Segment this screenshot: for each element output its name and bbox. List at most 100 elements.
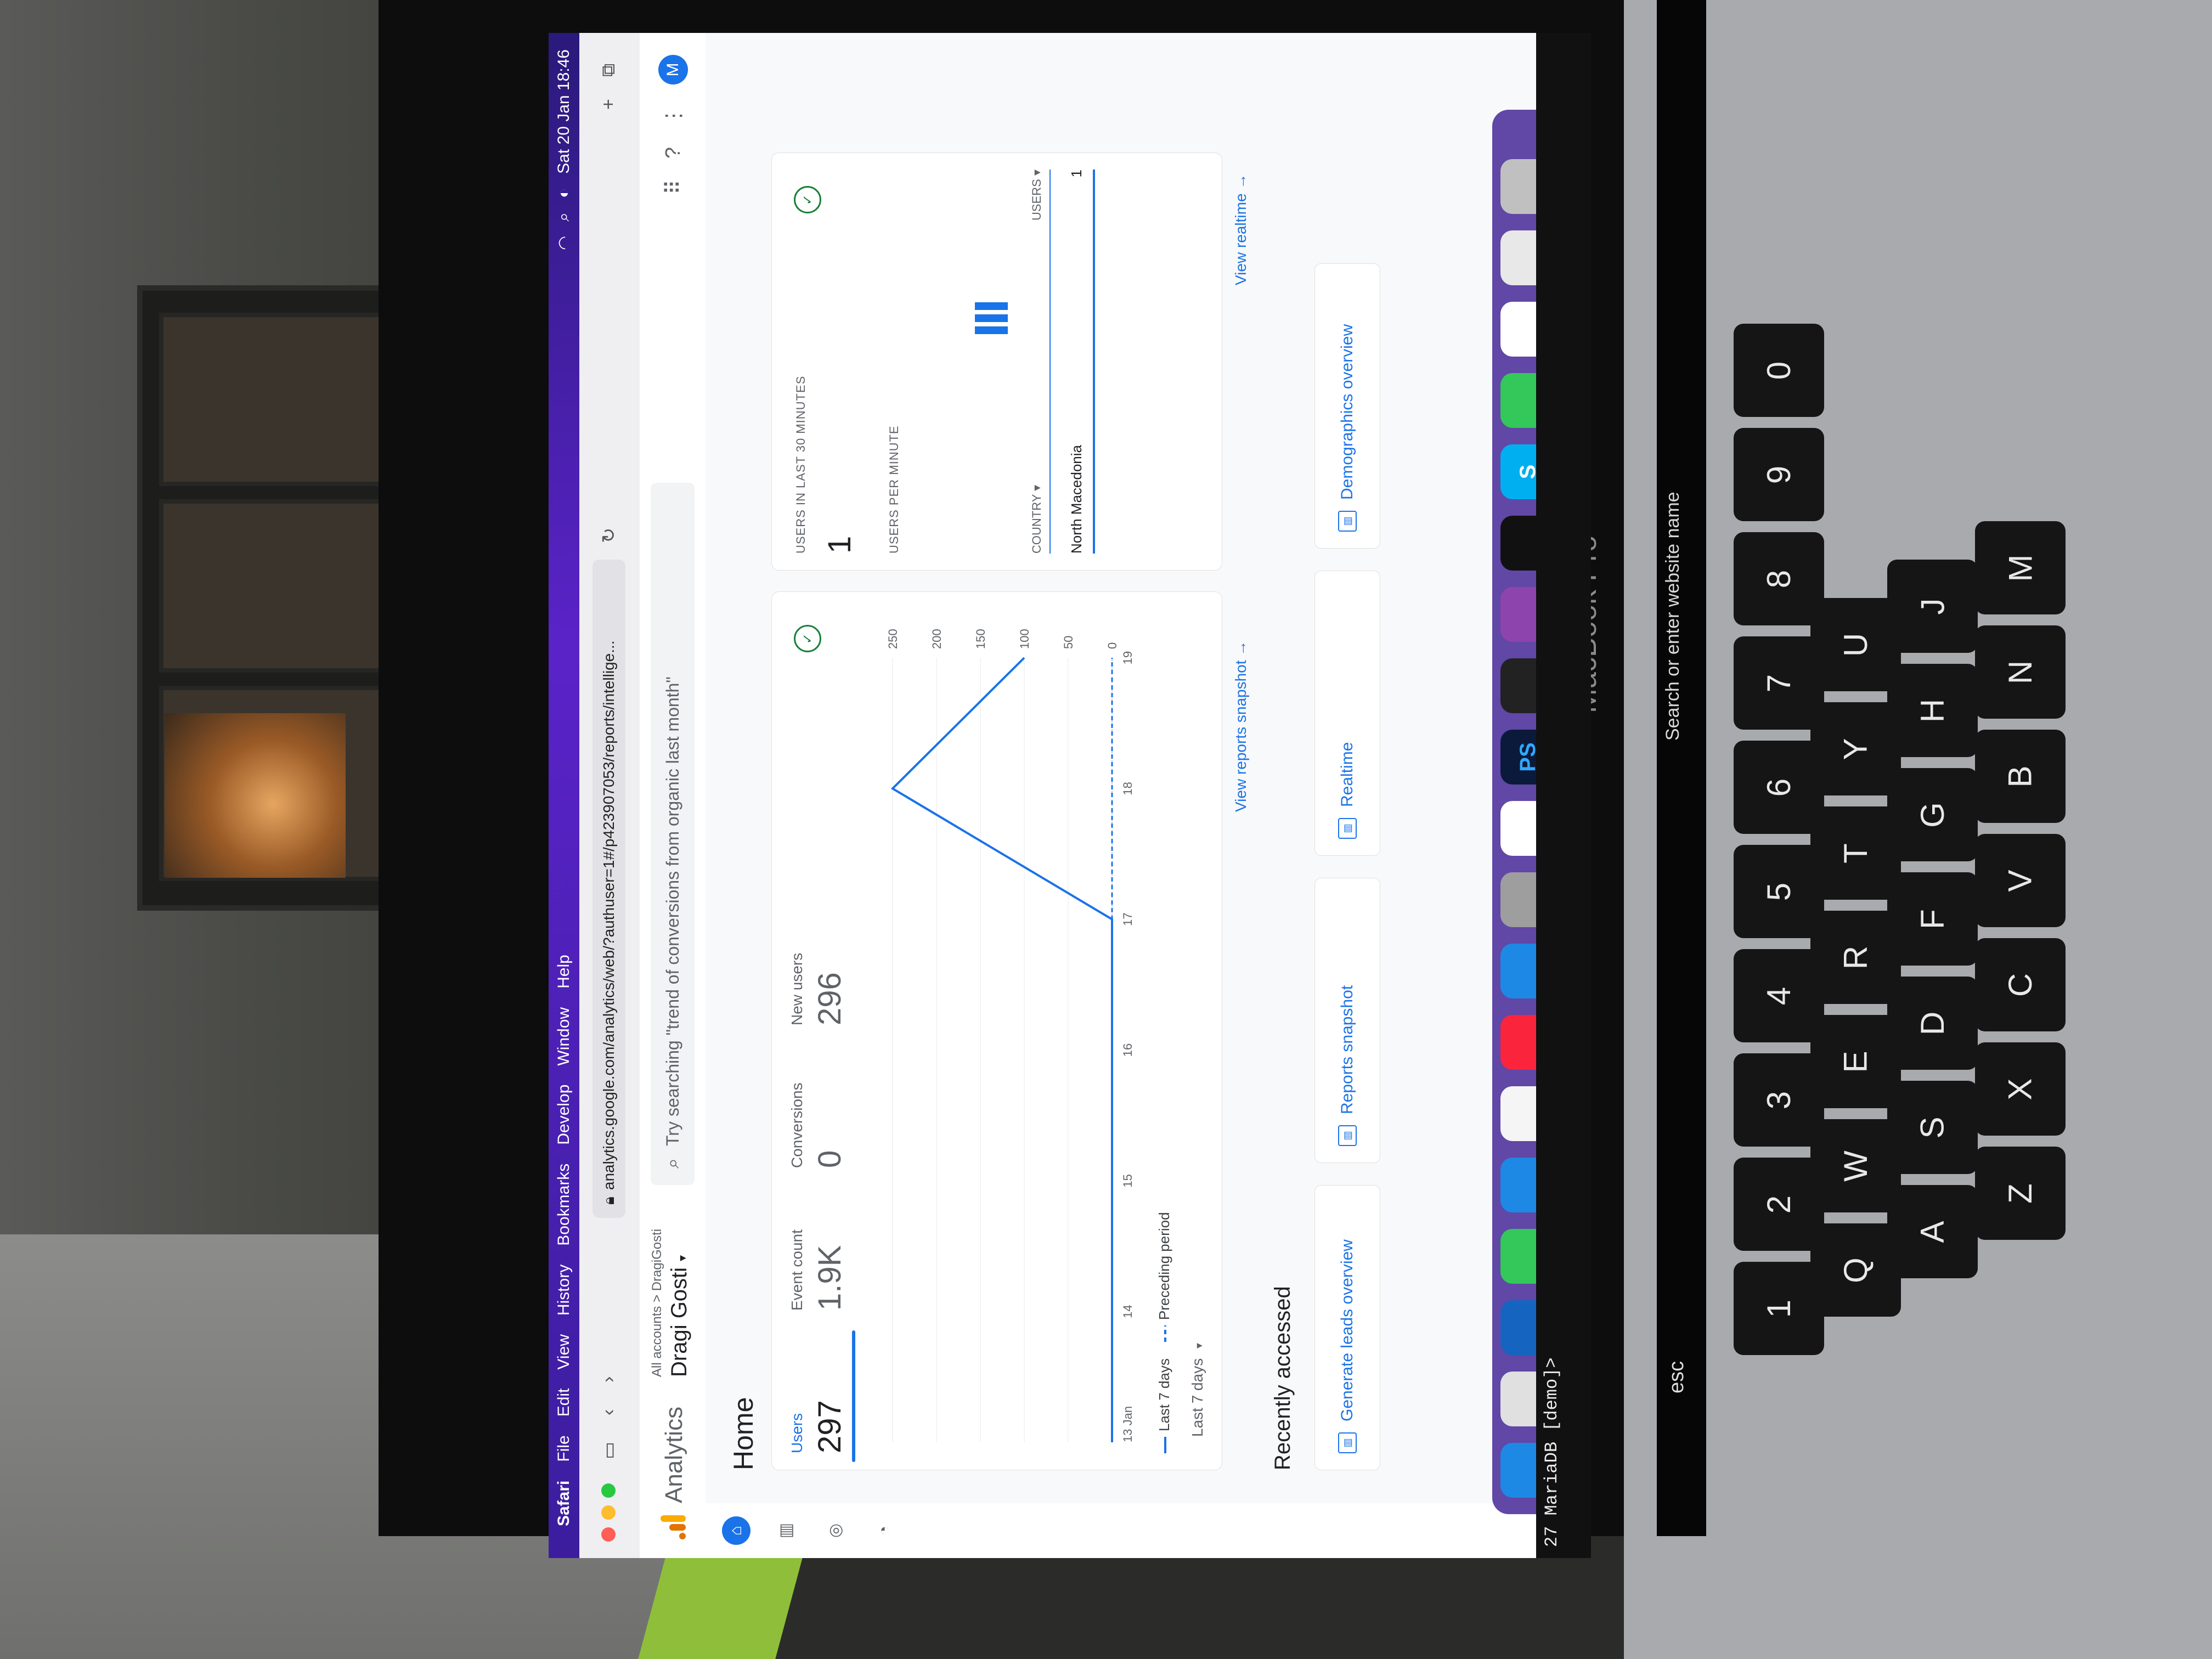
touch-bar[interactable] xyxy=(1657,0,1706,1536)
tabs-overview-icon[interactable]: ⧉ xyxy=(598,64,619,77)
search-input[interactable]: ⌕ Try searching "trend of conversions fr… xyxy=(651,483,695,1185)
metric-conversions[interactable]: Conversions 0 xyxy=(772,1053,854,1184)
key-label: 9 xyxy=(1760,465,1797,484)
metric-label: New users xyxy=(788,952,805,1025)
header-actions: ⠿ ? ⋮ M xyxy=(658,55,688,195)
realtime-users-value: 1 xyxy=(822,535,857,554)
touchbar-search-text[interactable]: Search or enter website name xyxy=(1662,492,1684,741)
menu-bookmarks[interactable]: Bookmarks xyxy=(555,1164,573,1246)
key-j[interactable]: J xyxy=(1887,560,1978,653)
help-icon[interactable]: ? xyxy=(662,147,685,159)
more-icon[interactable]: ⋮ xyxy=(661,105,686,126)
key-b[interactable]: B xyxy=(1975,730,2066,823)
main-content: Home Users 297 Event count 1.9K Conversi… xyxy=(706,33,1591,1503)
insights-icon[interactable]: ✓ xyxy=(794,186,821,213)
search-placeholder: Try searching "trend of conversions from… xyxy=(662,676,682,1146)
view-realtime-link[interactable]: View realtime → xyxy=(1232,174,1250,285)
report-icon: ▥ xyxy=(1338,818,1357,839)
window-light xyxy=(165,713,346,878)
forward-icon[interactable]: › xyxy=(598,1376,619,1383)
users-line-chart: 0 50 100 150 200 250 13 Jan 14 15 16 17 18 19 xyxy=(886,629,1135,1442)
new-tab-icon[interactable]: + xyxy=(598,99,619,110)
view-reports-snapshot-link[interactable]: View reports snapshot → xyxy=(1232,641,1250,812)
control-center-icon[interactable]: ◐ xyxy=(555,188,573,198)
key-label: Q xyxy=(1837,1257,1874,1283)
key-m[interactable]: M xyxy=(1975,521,2066,614)
key-h[interactable]: H xyxy=(1887,664,1978,757)
insights-icon[interactable]: ✓ xyxy=(794,625,821,652)
metric-label: Event count xyxy=(788,1229,805,1311)
key-z[interactable]: Z xyxy=(1975,1147,2066,1240)
metric-event-count[interactable]: Event count 1.9K xyxy=(772,1195,854,1327)
product-title[interactable]: Analytics xyxy=(661,1407,688,1503)
x-tick-label: 19 xyxy=(1121,651,1135,664)
legend-item-previous: Preceding period xyxy=(1156,1212,1173,1342)
realtime-users-label: USERS IN LAST 30 MINUTES xyxy=(794,375,808,554)
key-9[interactable]: 9 xyxy=(1734,428,1824,521)
recent-card-snapshot[interactable]: ▥ Reports snapshot xyxy=(1314,878,1380,1163)
key-s[interactable]: S xyxy=(1887,1081,1978,1174)
chevron-down-icon: ▾ xyxy=(1193,1342,1205,1349)
key-label: S xyxy=(1914,1116,1951,1139)
sidebar-icon[interactable]: ▭ xyxy=(598,1442,620,1459)
key-g[interactable]: G xyxy=(1887,768,1978,861)
address-bar[interactable]: 🔒︎ analytics.google.com/analytics/web/?a… xyxy=(592,560,625,1218)
esc-key[interactable]: esc xyxy=(1665,1361,1689,1393)
reports-icon[interactable]: ▥ xyxy=(771,1516,800,1545)
menu-edit[interactable]: Edit xyxy=(555,1389,573,1417)
metric-users[interactable]: Users 297 xyxy=(772,1338,854,1470)
report-icon: ▥ xyxy=(1338,1432,1357,1453)
key-d[interactable]: D xyxy=(1887,977,1978,1070)
reload-icon[interactable]: ↻ xyxy=(598,528,620,544)
account-name: Dragi Gosti xyxy=(667,1267,691,1377)
status-area: ◠ ⌕ ◐ Sat 20 Jan 18:46 xyxy=(555,49,574,250)
menu-app-name[interactable]: Safari xyxy=(555,1481,573,1526)
menu-help[interactable]: Help xyxy=(555,955,573,989)
lock-icon: 🔒︎ xyxy=(600,1197,617,1205)
explore-icon[interactable]: ◎ xyxy=(821,1516,849,1545)
key-x[interactable]: X xyxy=(1975,1042,2066,1136)
close-window-icon[interactable] xyxy=(601,1527,616,1542)
spotlight-icon[interactable]: ⌕ xyxy=(555,212,573,222)
legend-item-current: Last 7 days xyxy=(1156,1358,1173,1453)
recent-card-leads[interactable]: ▥ Generate leads overview xyxy=(1314,1185,1380,1470)
metric-value: 0 xyxy=(812,1150,848,1168)
back-icon[interactable]: ‹ xyxy=(598,1409,619,1415)
avatar[interactable]: M xyxy=(658,55,688,84)
advertising-icon[interactable]: ◔ xyxy=(870,1516,899,1545)
menubar-clock[interactable]: Sat 20 Jan 18:46 xyxy=(555,49,573,174)
key-v[interactable]: V xyxy=(1975,834,2066,927)
menu-window[interactable]: Window xyxy=(555,1007,573,1066)
country-cell: North Macedonia xyxy=(1068,445,1085,554)
menu-history[interactable]: History xyxy=(555,1265,573,1316)
wifi-icon[interactable]: ◠ xyxy=(555,236,574,250)
breadcrumb[interactable]: All accounts > DragiGosti xyxy=(650,1229,665,1377)
report-icon: ▥ xyxy=(1338,511,1357,532)
users-header[interactable]: USERS ▾ xyxy=(1030,170,1044,221)
key-c[interactable]: C xyxy=(1975,938,2066,1031)
country-header[interactable]: COUNTRY ▾ xyxy=(1030,485,1044,554)
key-f[interactable]: F xyxy=(1887,872,1978,966)
key-0[interactable]: 0 xyxy=(1734,324,1824,417)
terminal-strip[interactable]: 27 MariaDB [demo]> xyxy=(1536,33,1591,1558)
x-tick-label: 16 xyxy=(1121,1043,1135,1057)
recent-card-realtime[interactable]: ▥ Realtime xyxy=(1314,571,1380,856)
account-selector[interactable]: Dragi Gosti ▾ xyxy=(667,1255,692,1377)
key-label: 2 xyxy=(1760,1195,1797,1214)
zoom-window-icon[interactable] xyxy=(601,1483,616,1498)
menu-file[interactable]: File xyxy=(555,1435,573,1462)
menu-view[interactable]: View xyxy=(555,1334,573,1369)
y-tick-label: 150 xyxy=(974,629,988,649)
menu-develop[interactable]: Develop xyxy=(555,1085,573,1145)
recently-accessed-title: Recently accessed xyxy=(1271,1286,1295,1470)
browser-toolbar: ▭ ‹ › 🔒︎ analytics.google.com/analytics/… xyxy=(579,33,640,1558)
key-a[interactable]: A xyxy=(1887,1185,1978,1278)
key-n[interactable]: N xyxy=(1975,625,2066,719)
date-range-dropdown[interactable]: Last 7 days ▾ xyxy=(1189,1343,1206,1437)
metric-new-users[interactable]: New users 296 xyxy=(772,910,854,1042)
key-label: 6 xyxy=(1760,778,1797,797)
apps-grid-icon[interactable]: ⠿ xyxy=(661,179,686,195)
home-icon[interactable]: ⌂ xyxy=(722,1516,751,1545)
recent-card-demographics[interactable]: ▥ Demographics overview xyxy=(1314,263,1380,549)
minimize-window-icon[interactable] xyxy=(601,1505,616,1520)
